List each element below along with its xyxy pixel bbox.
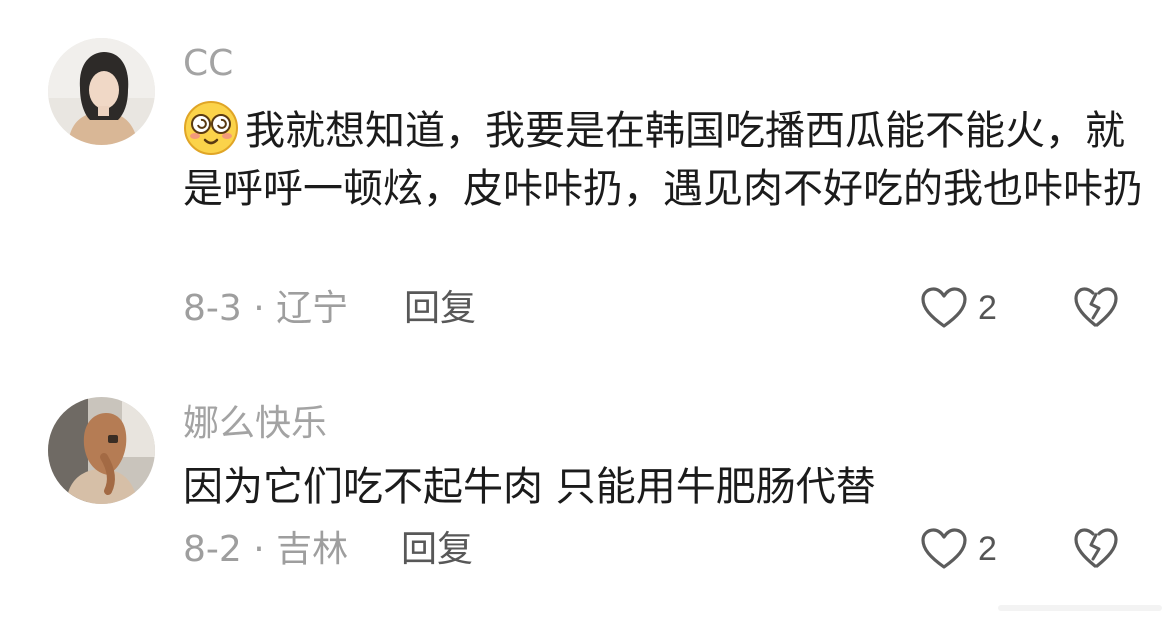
like-button[interactable]: 2 — [920, 285, 997, 331]
username[interactable]: CC — [183, 44, 233, 84]
avatar[interactable] — [48, 38, 155, 145]
heart-icon — [921, 287, 967, 328]
comment-text: 我就想知道，我要是在韩国吃播西瓜能不能火，就是呼呼一顿炫，皮咔咔扔，遇见肉不好吃… — [183, 100, 1143, 218]
comment-text: 因为它们吃不起牛肉 只能用牛肥肠代替 — [183, 464, 876, 510]
avatar[interactable] — [48, 397, 155, 504]
like-button[interactable]: 2 — [920, 526, 997, 572]
reply-button[interactable]: 回复 — [404, 289, 476, 329]
reply-button[interactable]: 回复 — [401, 530, 473, 570]
dizzy-face-emoji-icon — [184, 101, 238, 155]
heart-icon — [921, 528, 967, 569]
comment-text-content: 我就想知道，我要是在韩国吃播西瓜能不能火，就是呼呼一顿炫，皮咔咔扔，遇见肉不好吃… — [183, 108, 1143, 212]
watermark-logo — [998, 605, 1162, 611]
like-count: 2 — [978, 529, 997, 568]
username[interactable]: 娜么快乐 — [183, 404, 327, 444]
comment-meta: 8-3 · 辽宁 — [183, 288, 349, 329]
broken-heart-icon[interactable] — [1073, 285, 1119, 331]
like-count: 2 — [978, 288, 997, 327]
comment-meta: 8-2 · 吉林 — [183, 529, 349, 570]
broken-heart-icon[interactable] — [1073, 526, 1119, 572]
